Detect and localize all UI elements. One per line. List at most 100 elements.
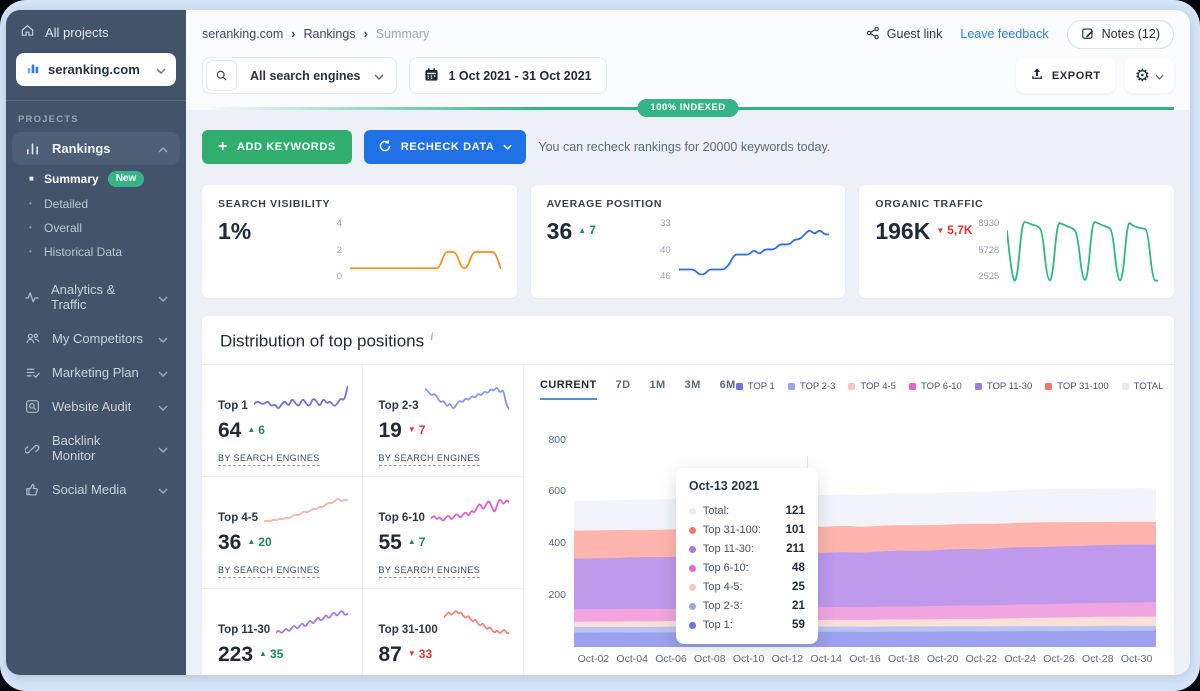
- notes-pencil-icon: [1081, 26, 1095, 43]
- tooltip-row-top-4-5: Top 4-5:25: [689, 578, 805, 597]
- legend-item-top-1[interactable]: TOP 1: [736, 381, 775, 392]
- sidebar-item-label: Website Audit: [52, 399, 131, 414]
- recheck-data-button[interactable]: RECHECK DATA: [364, 130, 527, 164]
- tooltip-date: Oct-13 2021: [689, 479, 805, 493]
- position-cell-top-11-30: Top 11-30223▲35BY SEARCH ENGINES: [202, 589, 363, 675]
- sidebar-item-rankings[interactable]: Rankings: [12, 132, 180, 165]
- cell-delta: ▼7: [408, 423, 426, 437]
- legend-item-total[interactable]: TOTAL: [1122, 381, 1164, 392]
- legend-item-top-6-10[interactable]: TOP 6-10: [909, 381, 962, 392]
- sidebar-item-label: My Competitors: [52, 331, 143, 346]
- chevron-down-icon: [158, 399, 168, 414]
- legend-item-top-11-30[interactable]: TOP 11-30: [975, 381, 1032, 392]
- arrow-down-icon: ▼: [936, 226, 944, 235]
- info-icon[interactable]: i: [430, 329, 433, 343]
- add-keywords-button[interactable]: + ADD KEYWORDS: [202, 130, 352, 164]
- cell-value: 64: [218, 420, 241, 441]
- x-tick-label: Oct-28: [1082, 653, 1114, 665]
- all-projects-link[interactable]: All projects: [6, 10, 186, 51]
- cell-sparkline: [254, 380, 348, 416]
- by-search-engines-link[interactable]: BY SEARCH ENGINES: [379, 565, 481, 578]
- cell-sparkline: [264, 492, 347, 528]
- settings-button[interactable]: ⚙: [1125, 58, 1174, 93]
- arrow-up-icon: ▲: [247, 425, 255, 434]
- average-position-card: AVERAGE POSITION 36 ▲7 334046: [531, 185, 846, 298]
- tab-current[interactable]: CURRENT: [540, 379, 597, 400]
- chart-tooltip: Oct-13 2021 Total:121Top 31-100:101Top 1…: [676, 468, 818, 644]
- sidebar-subitem-summary[interactable]: ■SummaryNew: [6, 166, 186, 192]
- chevron-down-icon: [158, 365, 168, 380]
- marketing-plan-icon: [24, 365, 41, 380]
- chart-panel: CURRENT 7D 1M 3M 6M TOP 1 TOP 2-3 TOP 4-5 TOP 6…: [524, 365, 1174, 675]
- sidebar-item-marketing-plan[interactable]: Marketing Plan: [12, 356, 180, 389]
- breadcrumb-separator: ›: [291, 27, 295, 41]
- sidebar-item-website-audit[interactable]: Website Audit: [12, 390, 180, 423]
- sidebar-item-label: Backlink Monitor: [52, 433, 147, 463]
- cell-delta: ▲20: [247, 535, 271, 549]
- sidebar-item-my-competitors[interactable]: My Competitors: [12, 322, 180, 355]
- new-badge: New: [108, 171, 145, 187]
- social-media-icon: [24, 482, 41, 497]
- sidebar-subitem-historical-data[interactable]: •Historical Data: [6, 240, 186, 264]
- chevron-down-icon: [158, 441, 168, 456]
- analytics-icon: [24, 290, 40, 305]
- cell-label: Top 4-5: [218, 512, 258, 528]
- export-button[interactable]: EXPORT: [1016, 58, 1115, 93]
- stacked-area-chart[interactable]: Oct-13 2021 Total:121Top 31-100:101Top 1…: [574, 414, 1156, 647]
- stat-title: SEARCH VISIBILITY: [218, 198, 501, 210]
- sidebar-subitem-label: Detailed: [44, 197, 88, 211]
- tooltip-row-total: Total:121: [689, 502, 805, 521]
- by-search-engines-link[interactable]: BY SEARCH ENGINES: [218, 453, 320, 466]
- sidebar-subitem-detailed[interactable]: •Detailed: [6, 192, 186, 216]
- bullet-icon: •: [29, 224, 35, 232]
- tooltip-row-top-31-100: Top 31-100:101: [689, 521, 805, 540]
- y-axis-labels: 893057282525: [971, 216, 999, 288]
- all-projects-label: All projects: [45, 25, 109, 40]
- project-selector[interactable]: seranking.com: [16, 53, 176, 86]
- breadcrumb-summary: Summary: [376, 27, 429, 41]
- sidebar-subitem-overall[interactable]: •Overall: [6, 216, 186, 240]
- cell-delta: ▲6: [247, 423, 265, 437]
- leave-feedback-link[interactable]: Leave feedback: [960, 27, 1048, 41]
- sidebar-item-backlink-monitor[interactable]: Backlink Monitor: [12, 424, 180, 472]
- tab-6m[interactable]: 6M: [720, 379, 736, 400]
- tab-1m[interactable]: 1M: [649, 379, 665, 400]
- main-area: seranking.com › Rankings › Summary Guest…: [186, 10, 1190, 675]
- page-content: + ADD KEYWORDS RECHECK DATA You can rech…: [186, 110, 1190, 675]
- calendar-icon: [424, 67, 439, 85]
- guest-link-button[interactable]: Guest link: [866, 26, 943, 43]
- notes-label: Notes (12): [1102, 27, 1160, 41]
- guest-link-label: Guest link: [887, 27, 943, 41]
- index-progress-line: 100% INDEXED: [202, 107, 1174, 110]
- search-engines-select[interactable]: All search engines: [202, 57, 397, 94]
- stat-title: AVERAGE POSITION: [547, 198, 830, 210]
- sidebar-subitem-label: Historical Data: [44, 245, 122, 259]
- tab-7d[interactable]: 7D: [616, 379, 631, 400]
- backlink-icon: [24, 441, 41, 456]
- arrow-up-icon: ▲: [578, 226, 586, 235]
- stat-title: ORGANIC TRAFFIC: [875, 198, 1158, 210]
- sidebar-nav: Rankings■SummaryNew•Detailed•Overall•His…: [6, 131, 186, 507]
- legend-item-top-2-3[interactable]: TOP 2-3: [788, 381, 836, 392]
- x-tick-label: Oct-04: [616, 653, 648, 665]
- add-keywords-label: ADD KEYWORDS: [237, 141, 336, 153]
- breadcrumb-rankings[interactable]: Rankings: [303, 27, 355, 41]
- legend-item-top-31-100[interactable]: TOP 31-100: [1045, 381, 1108, 392]
- chevron-up-icon: [158, 141, 168, 156]
- by-search-engines-link[interactable]: BY SEARCH ENGINES: [379, 453, 481, 466]
- search-icon: [206, 60, 237, 91]
- by-search-engines-link[interactable]: BY SEARCH ENGINES: [218, 565, 320, 578]
- tooltip-row-top-2-3: Top 2-3:21: [689, 597, 805, 616]
- breadcrumb-project[interactable]: seranking.com: [202, 27, 283, 41]
- cell-delta: ▲7: [408, 535, 426, 549]
- sidebar-item-social-media[interactable]: Social Media: [12, 473, 180, 506]
- notes-button[interactable]: Notes (12): [1067, 20, 1174, 49]
- legend-item-top-4-5[interactable]: TOP 4-5: [848, 381, 896, 392]
- tab-3m[interactable]: 3M: [685, 379, 701, 400]
- date-range-picker[interactable]: 1 Oct 2021 - 31 Oct 2021: [409, 57, 606, 94]
- sidebar-item-analytics-traffic[interactable]: Analytics & Traffic: [12, 273, 180, 321]
- cell-sparkline: [431, 492, 509, 528]
- position-cell-top-1: Top 164▲6BY SEARCH ENGINES: [202, 365, 363, 477]
- visibility-sparkline: [350, 216, 501, 288]
- average-position-sparkline: [679, 216, 830, 288]
